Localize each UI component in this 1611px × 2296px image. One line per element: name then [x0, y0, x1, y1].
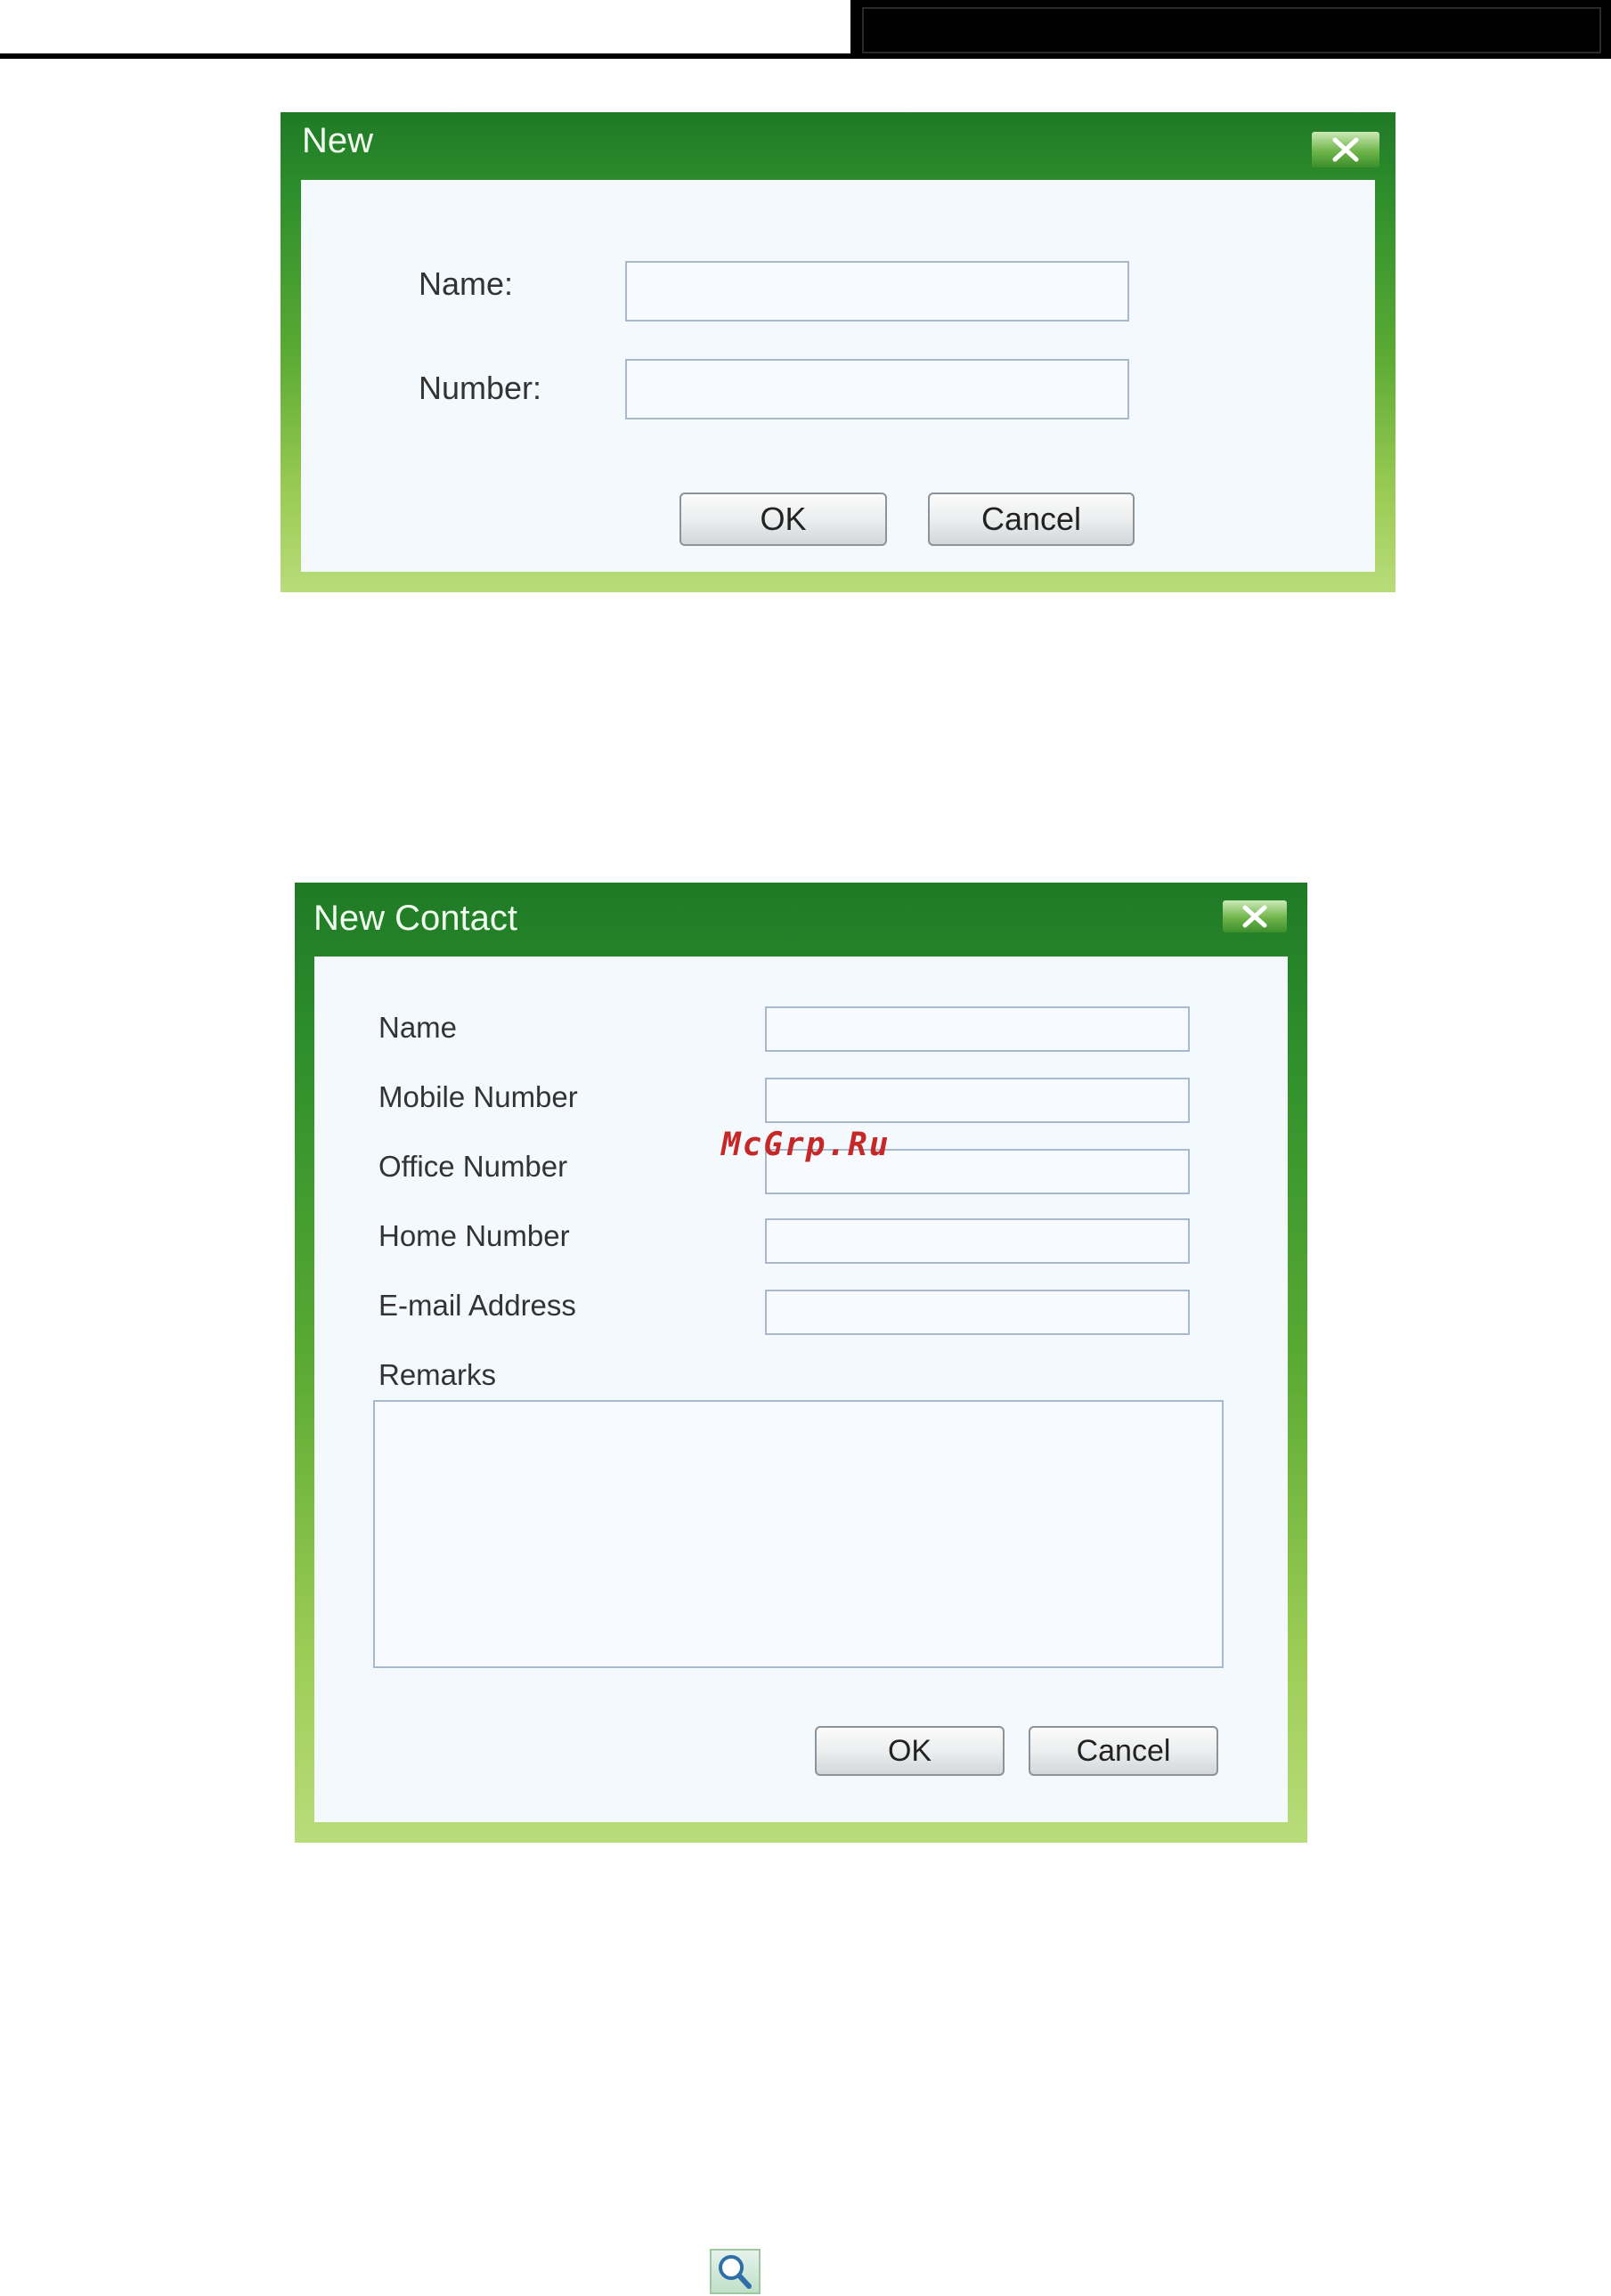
header-bar-frame — [862, 7, 1601, 53]
mobile-number-input[interactable] — [765, 1078, 1190, 1123]
name-input[interactable] — [625, 261, 1129, 322]
new-dialog-close-button[interactable] — [1312, 132, 1379, 167]
contact-name-input[interactable] — [765, 1006, 1190, 1052]
close-icon — [1242, 905, 1267, 928]
email-address-label: E-mail Address — [378, 1289, 576, 1322]
search-button[interactable] — [710, 2249, 761, 2294]
name-label: Name: — [419, 265, 514, 302]
remarks-label: Remarks — [378, 1358, 497, 1391]
number-label: Number: — [419, 370, 542, 406]
office-number-label: Office Number — [378, 1150, 568, 1183]
new-contact-dialog-close-button[interactable] — [1223, 900, 1287, 932]
new-contact-dialog-title: New Contact — [313, 899, 517, 938]
new-contact-dialog: New Contact Name Mobile Number Office Nu… — [295, 883, 1307, 1843]
close-icon — [1332, 137, 1359, 162]
new-dialog-body: Name: Number: OK Cancel — [301, 180, 1375, 572]
contact-name-label: Name — [378, 1011, 458, 1044]
new-dialog: New Name: Number: OK Cancel — [281, 112, 1395, 592]
mobile-number-label: Mobile Number — [378, 1080, 578, 1113]
contact-cancel-button[interactable]: Cancel — [1029, 1726, 1218, 1776]
home-number-label: Home Number — [378, 1219, 570, 1252]
new-dialog-title: New — [302, 121, 374, 160]
new-contact-dialog-body: Name Mobile Number Office Number Home Nu… — [314, 957, 1288, 1822]
header-rule — [0, 53, 850, 59]
remarks-textarea[interactable] — [373, 1400, 1224, 1668]
watermark: McGrp.Ru — [721, 1127, 891, 1163]
contact-ok-button[interactable]: OK — [815, 1726, 1005, 1776]
search-icon — [719, 2255, 752, 2289]
home-number-input[interactable] — [765, 1218, 1190, 1264]
cancel-button[interactable]: Cancel — [928, 493, 1135, 546]
ok-button[interactable]: OK — [679, 493, 887, 546]
email-address-input[interactable] — [765, 1290, 1190, 1335]
number-input[interactable] — [625, 359, 1129, 419]
